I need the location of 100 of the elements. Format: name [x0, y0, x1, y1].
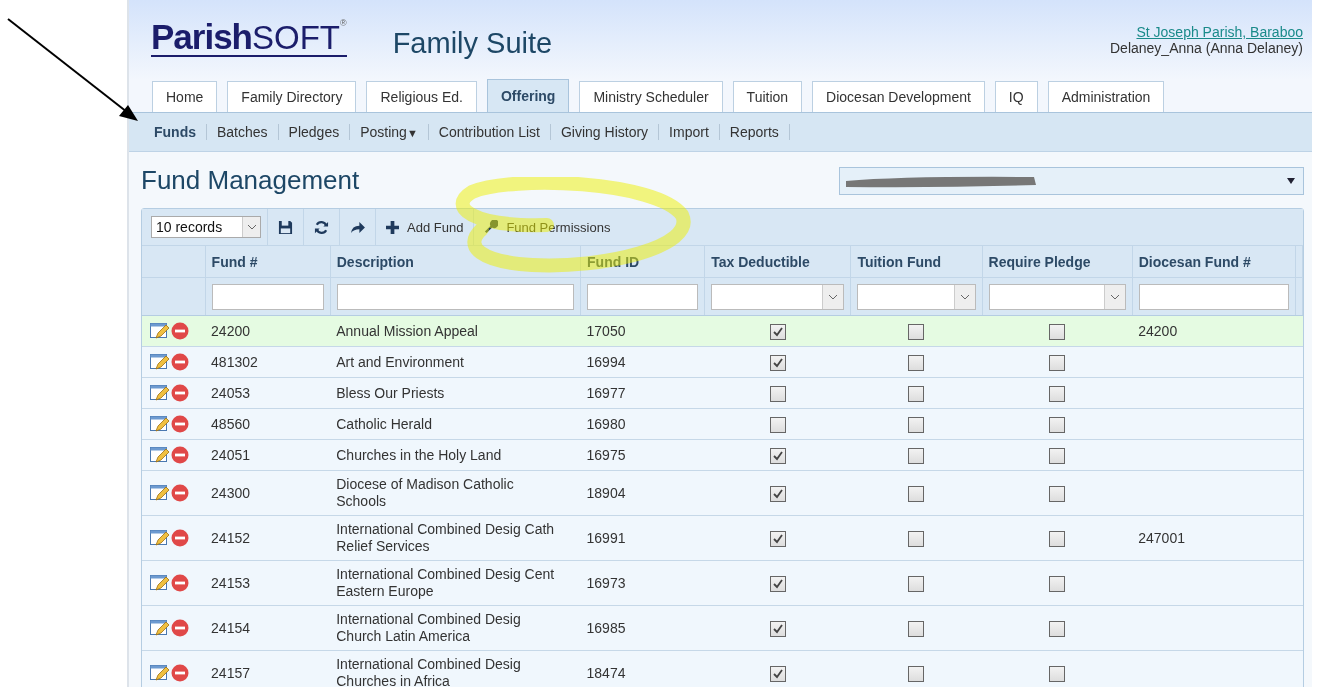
parish-dropdown[interactable] — [839, 167, 1304, 195]
checkbox[interactable] — [1049, 620, 1066, 637]
checkbox[interactable] — [769, 575, 786, 592]
checkbox[interactable] — [769, 385, 786, 402]
checkbox[interactable] — [908, 620, 925, 637]
table-cell-text: Art and Environment — [336, 353, 465, 371]
subnav-link[interactable]: Pledges — [278, 124, 350, 140]
checkbox[interactable] — [1049, 447, 1066, 464]
delete-icon[interactable] — [171, 322, 189, 341]
checkbox[interactable] — [908, 354, 925, 371]
checkbox[interactable] — [908, 575, 925, 592]
checkbox[interactable] — [1049, 665, 1066, 682]
checkbox[interactable] — [908, 665, 925, 682]
filter-field[interactable] — [336, 283, 575, 310]
checkbox[interactable] — [908, 485, 925, 502]
column-header[interactable]: Fund # — [211, 253, 258, 270]
table-row[interactable]: 24300 Diocese of Madison Catholic Schools 18904 — [142, 470, 1303, 516]
table-row[interactable]: 24157 International Combined Desig Churches in Africa 18474 — [142, 650, 1303, 687]
edit-icon[interactable] — [150, 619, 170, 638]
table-row[interactable]: 24152 International Combined Desig Cath Relief Services 16991 247001 — [142, 515, 1303, 561]
checkbox[interactable] — [908, 385, 925, 402]
checkbox[interactable] — [1049, 354, 1066, 371]
table-row[interactable]: 24051 Churches in the Holy Land 16975 — [142, 439, 1303, 471]
table-cell: 48560 — [211, 416, 250, 432]
table-row[interactable]: 48560 Catholic Herald 16980 — [142, 408, 1303, 440]
edit-icon[interactable] — [150, 446, 170, 465]
edit-icon[interactable] — [150, 322, 170, 341]
nav-tab[interactable]: Diocesan Development — [812, 81, 985, 112]
checkbox[interactable] — [769, 620, 786, 637]
subnav-link[interactable]: Import — [659, 124, 719, 140]
edit-icon[interactable] — [150, 484, 170, 503]
table-row[interactable]: 24154 International Combined Desig Church Latin America 16985 — [142, 605, 1303, 651]
page-size-dropdown[interactable]: 10 records — [151, 216, 261, 238]
filter-field[interactable] — [587, 283, 699, 310]
nav-tab[interactable]: Offering — [487, 79, 570, 112]
nav-tab[interactable]: Administration — [1047, 81, 1165, 112]
checkbox[interactable] — [908, 530, 925, 547]
subnav-link[interactable]: Contribution List — [428, 124, 550, 140]
checkbox[interactable] — [908, 416, 925, 433]
table-cell-text: Diocese of Madison Catholic Schools — [336, 476, 515, 510]
parish-link[interactable]: St Joseph Parish, Baraboo — [1136, 24, 1303, 40]
delete-icon[interactable] — [171, 664, 189, 683]
filter-field[interactable] — [1138, 283, 1289, 310]
checkbox[interactable] — [1049, 323, 1066, 340]
checkbox[interactable] — [769, 447, 786, 464]
edit-icon[interactable] — [150, 415, 170, 434]
share-icon — [350, 220, 365, 234]
chevron-icon — [246, 224, 257, 230]
table-cell: 24157 — [211, 665, 250, 681]
edit-icon[interactable] — [150, 529, 170, 548]
checkbox[interactable] — [769, 530, 786, 547]
table-row[interactable]: 24153 International Combined Desig Cent Eastern Europe 16973 — [142, 560, 1303, 606]
subnav-link[interactable]: Reports — [719, 124, 789, 140]
edit-icon[interactable] — [150, 574, 170, 593]
delete-icon[interactable] — [171, 574, 189, 593]
table-row[interactable]: 24200 Annual Mission Appeal 17050 24200 — [142, 315, 1303, 347]
checkbox[interactable] — [1049, 530, 1066, 547]
filter-field[interactable] — [211, 283, 324, 310]
table-row[interactable]: 24053 Bless Our Priests 16977 — [142, 377, 1303, 409]
nav-tab[interactable]: Home — [152, 81, 218, 112]
delete-icon[interactable] — [171, 384, 189, 403]
checkbox[interactable] — [908, 323, 925, 340]
checkbox[interactable] — [769, 354, 786, 371]
subnav-link[interactable]: Funds — [144, 124, 206, 140]
checkbox[interactable] — [908, 447, 925, 464]
checkbox[interactable] — [1049, 416, 1066, 433]
delete-icon[interactable] — [171, 353, 189, 372]
nav-tab[interactable]: Family Directory — [227, 81, 357, 112]
edit-icon[interactable] — [150, 353, 170, 372]
nav-tab[interactable]: Tuition — [732, 81, 803, 112]
nav-tab[interactable]: Religious Ed. — [366, 81, 477, 112]
caret-icon — [1287, 178, 1295, 184]
table-row[interactable]: 481302 Art and Environment 16994 — [142, 346, 1303, 378]
checkbox[interactable] — [769, 416, 786, 433]
table-cell: 24153 — [211, 575, 250, 591]
subnav-link[interactable]: Batches — [207, 124, 278, 140]
edit-icon[interactable] — [150, 384, 170, 403]
column-header[interactable]: Description — [336, 253, 414, 270]
nav-tab[interactable]: IQ — [994, 81, 1038, 112]
delete-icon[interactable] — [171, 446, 189, 465]
checkbox[interactable] — [1049, 485, 1066, 502]
delete-icon[interactable] — [171, 529, 189, 548]
checkbox[interactable] — [769, 665, 786, 682]
nav-tab[interactable]: Ministry Scheduler — [579, 81, 723, 112]
delete-icon[interactable] — [171, 619, 189, 638]
subnav-link[interactable]: Giving History — [550, 124, 659, 140]
add-fund-button[interactable]: Add Fund — [375, 209, 474, 245]
floppy-icon — [278, 219, 293, 235]
checkbox[interactable] — [1049, 385, 1066, 402]
table-cell: 24300 — [211, 485, 250, 501]
table-cell: 16977 — [586, 385, 626, 401]
checkbox[interactable] — [769, 323, 786, 340]
delete-icon[interactable] — [171, 484, 189, 503]
checkbox[interactable] — [769, 485, 786, 502]
edit-icon[interactable] — [150, 664, 170, 683]
checkbox[interactable] — [1049, 575, 1066, 592]
subnav-link[interactable]: Posting▼ — [350, 124, 428, 140]
table-cell-text: International Combined Desig Church Latin America — [336, 611, 522, 645]
table-cell: 24051 — [211, 447, 250, 463]
delete-icon[interactable] — [171, 415, 189, 434]
